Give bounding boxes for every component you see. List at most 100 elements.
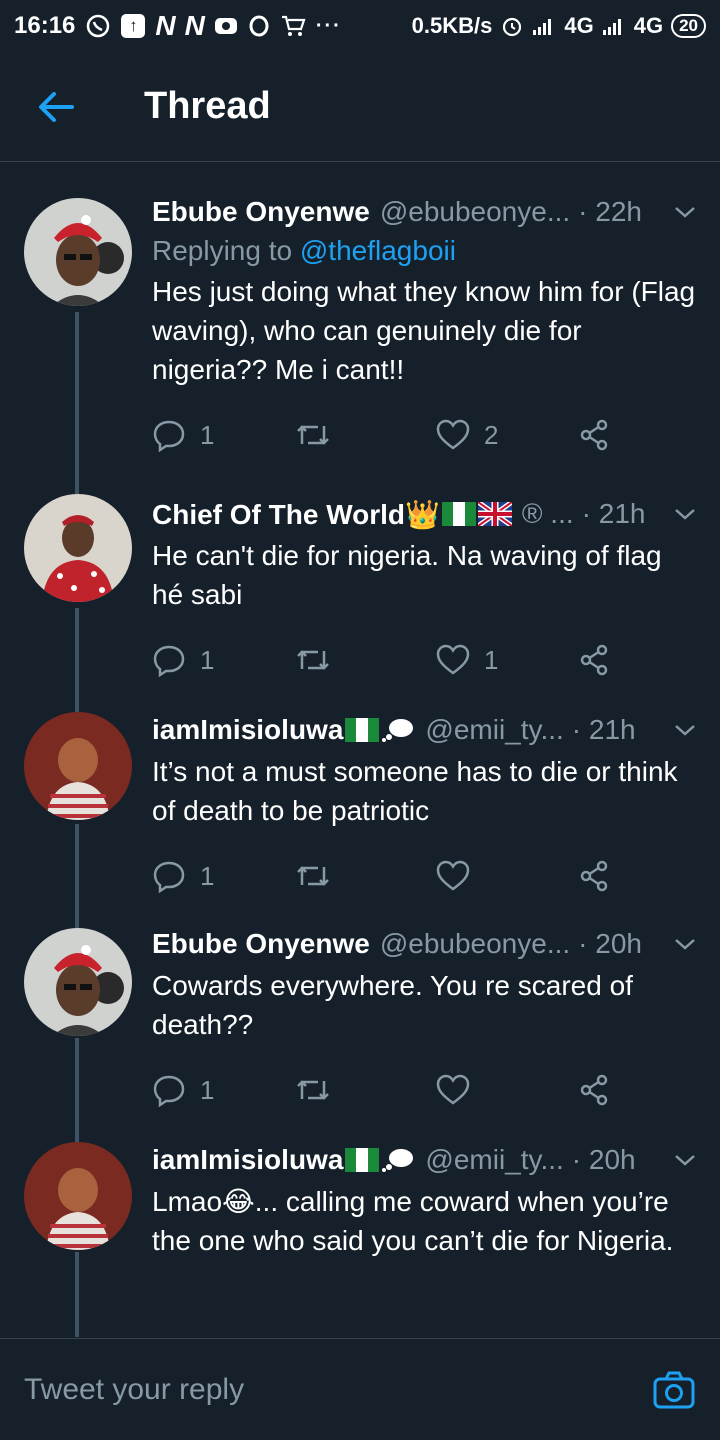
uk-flag-icon xyxy=(477,502,512,526)
reply-count: 1 xyxy=(200,644,215,675)
like-button[interactable] xyxy=(436,860,578,892)
opera-icon xyxy=(248,15,270,37)
retweet-button[interactable] xyxy=(294,1075,436,1105)
author-handle[interactable]: ® ... xyxy=(522,498,574,530)
page-title: Thread xyxy=(144,85,271,127)
avatar[interactable] xyxy=(24,494,132,602)
thread-connector xyxy=(75,312,79,502)
share-button[interactable] xyxy=(578,419,610,451)
signal-icon xyxy=(532,16,556,36)
timestamp: · 22h xyxy=(578,196,642,227)
retweet-icon xyxy=(297,425,329,445)
retweet-icon xyxy=(297,650,329,670)
replying-to: Replying to @theflagboii xyxy=(152,232,700,270)
share-icon xyxy=(580,419,608,451)
like-button[interactable]: 1 xyxy=(436,644,578,676)
alarm-icon xyxy=(500,14,524,38)
nigeria-flag-icon xyxy=(441,502,476,526)
network-type-1: 4G xyxy=(564,13,594,38)
camera-icon xyxy=(653,1371,695,1408)
tweet-text: Cowards everywhere. You re scared of dea… xyxy=(152,970,633,1040)
reply-icon xyxy=(153,1075,185,1107)
share-button[interactable] xyxy=(578,1074,610,1106)
thread-connector xyxy=(75,608,79,712)
author-name[interactable]: Ebube Onyenwe xyxy=(152,196,370,228)
back-button[interactable] xyxy=(0,52,112,162)
tweet-menu-button[interactable] xyxy=(670,499,700,529)
reply-button[interactable]: 1 xyxy=(152,643,294,677)
author-handle[interactable]: @ebubeonye... xyxy=(380,196,570,228)
tweet-actions: 1 1 xyxy=(152,640,700,680)
news-app-icon-2: N xyxy=(184,10,205,41)
chevron-down-icon xyxy=(675,509,695,520)
retweet-button[interactable] xyxy=(294,861,436,891)
tweet-menu-button[interactable] xyxy=(670,1145,700,1175)
like-count: 1 xyxy=(484,644,499,675)
avatar[interactable] xyxy=(24,928,132,1036)
tweet-text: Lmao😂... calling me coward when you’re t… xyxy=(152,1186,674,1256)
thread-connector xyxy=(75,1038,79,1146)
author-handle[interactable]: @emii_ty... xyxy=(425,714,563,746)
avatar[interactable] xyxy=(24,198,132,306)
tweet-menu-button[interactable] xyxy=(670,197,700,227)
like-count: 2 xyxy=(484,419,499,450)
share-button[interactable] xyxy=(578,860,610,892)
retweet-icon xyxy=(297,1080,329,1100)
reply-count: 1 xyxy=(200,1074,215,1105)
reply-compose-bar: Tweet your reply xyxy=(0,1338,720,1440)
nigeria-flag-icon xyxy=(345,718,380,742)
battery-indicator: 20 xyxy=(671,14,706,38)
retweet-button[interactable] xyxy=(294,645,436,675)
timestamp: · 21h xyxy=(571,714,636,745)
author-name[interactable]: Ebube Onyenwe xyxy=(152,928,370,960)
heart-icon xyxy=(436,644,470,675)
reply-input[interactable]: Tweet your reply xyxy=(24,1373,652,1407)
tweet-actions: 1 2 xyxy=(152,415,700,455)
heart-icon xyxy=(436,1074,470,1105)
reply-icon xyxy=(153,645,185,677)
tweet-menu-button[interactable] xyxy=(670,715,700,745)
video-app-icon xyxy=(214,16,238,36)
timestamp: · 20h xyxy=(571,1144,636,1175)
network-type-2: 4G xyxy=(633,13,664,38)
like-button[interactable]: 2 xyxy=(436,419,578,451)
share-icon xyxy=(580,644,608,676)
camera-button[interactable] xyxy=(652,1368,696,1412)
author-handle[interactable]: @ebubeonye... xyxy=(380,928,570,960)
retweet-button[interactable] xyxy=(294,420,436,450)
reply-button[interactable]: 1 xyxy=(152,418,294,452)
retweet-icon xyxy=(297,866,329,886)
timestamp: · 21h xyxy=(581,498,646,529)
author-handle[interactable]: @emii_ty... xyxy=(425,1144,563,1176)
status-time: 16:16 xyxy=(14,12,76,39)
chevron-down-icon xyxy=(675,1155,695,1166)
upload-icon: ↑ xyxy=(121,14,146,38)
reply-count: 1 xyxy=(200,419,215,450)
news-app-icon: N xyxy=(155,10,175,41)
replying-to-link[interactable]: @theflagboii xyxy=(300,235,456,266)
reply-button[interactable]: 1 xyxy=(152,1073,294,1107)
thread-connector xyxy=(75,824,79,932)
more-notifications-icon: ··· xyxy=(315,14,342,37)
like-button[interactable] xyxy=(436,1074,578,1106)
thought-balloon-icon xyxy=(382,1149,414,1172)
avatar[interactable] xyxy=(24,712,132,820)
author-name[interactable]: iamImisioluwa xyxy=(152,714,343,746)
reply-count: 1 xyxy=(200,860,215,891)
reply-icon xyxy=(153,861,185,893)
share-icon xyxy=(580,1074,608,1106)
reply-button[interactable]: 1 xyxy=(152,859,294,893)
avatar[interactable] xyxy=(24,1142,132,1250)
author-name[interactable]: iamImisioluwa xyxy=(152,1144,343,1176)
tweet-text: It’s not a must someone has to die or th… xyxy=(152,756,678,826)
signal-icon-2 xyxy=(602,16,626,36)
replying-prefix: Replying to xyxy=(152,235,300,266)
chevron-down-icon xyxy=(675,725,695,736)
top-app-bar: Thread xyxy=(0,52,720,162)
cart-icon xyxy=(280,14,306,38)
tweet-menu-button[interactable] xyxy=(670,929,700,959)
share-button[interactable] xyxy=(578,644,610,676)
back-arrow-icon xyxy=(39,91,74,122)
heart-icon xyxy=(436,419,470,450)
author-name[interactable]: Chief Of The World👑 xyxy=(152,498,440,531)
